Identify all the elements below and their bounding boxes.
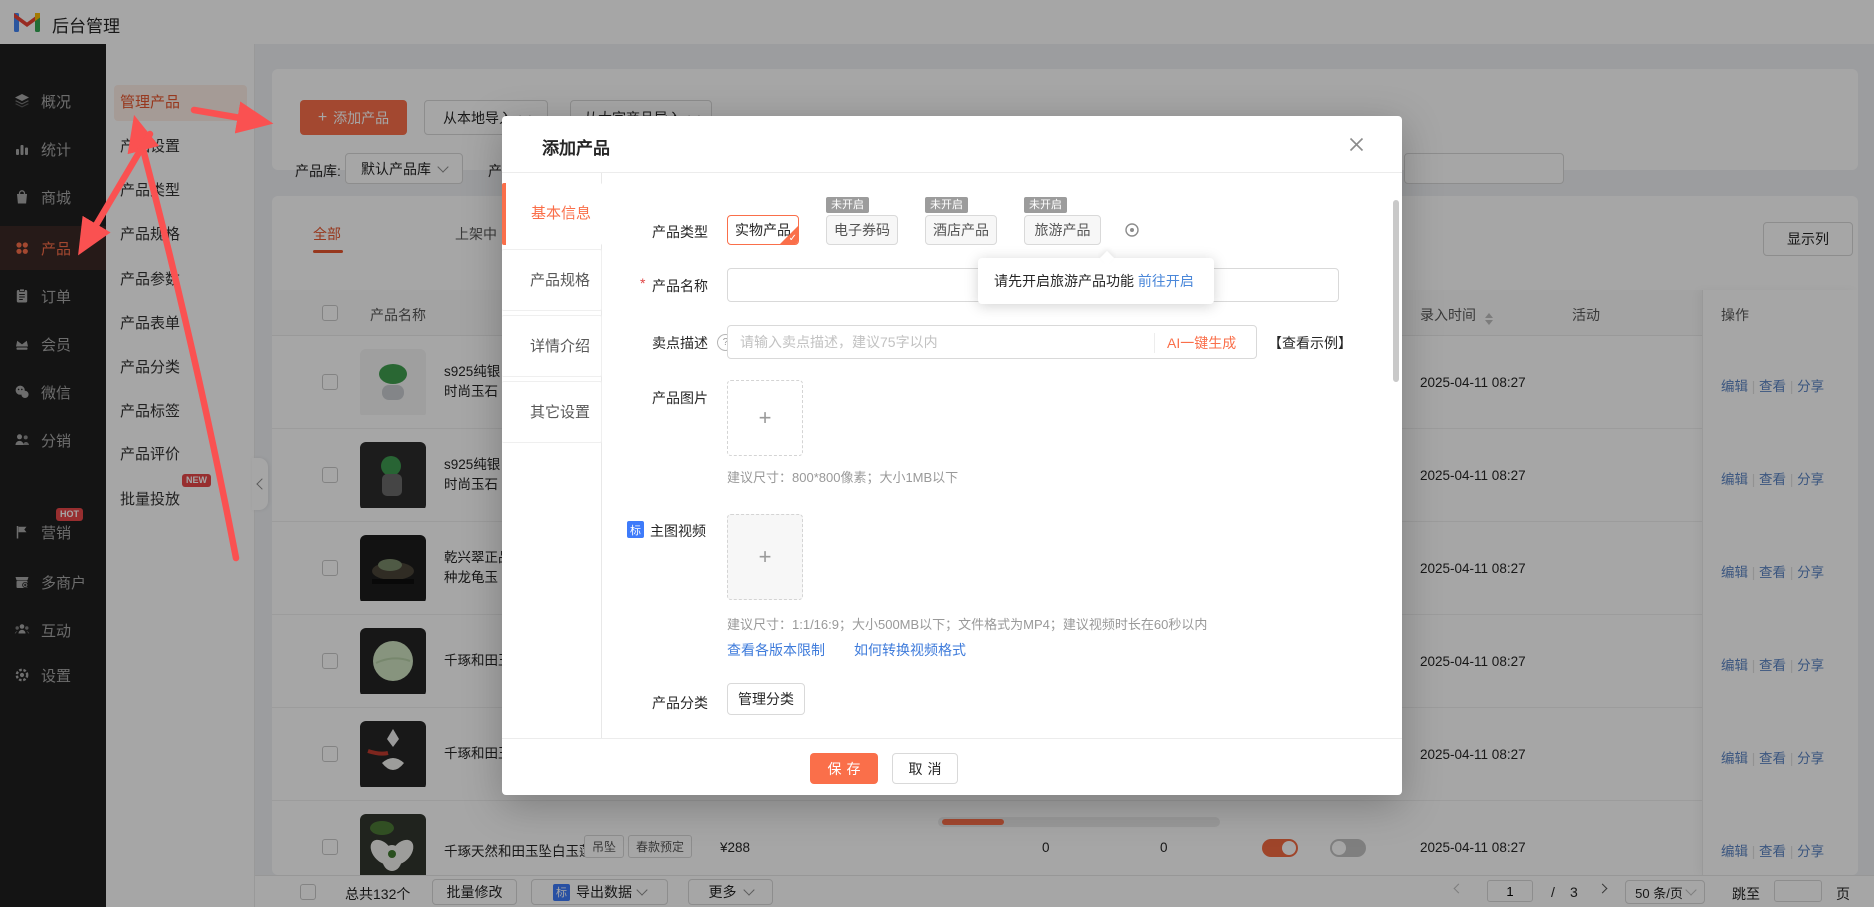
tab-product-specs[interactable]: 产品规格 xyxy=(502,249,602,311)
product-name-label: 产品名称 xyxy=(652,276,708,296)
manage-categories-button[interactable]: 管理分类 xyxy=(727,683,805,715)
type-option-evoucher[interactable]: 电子券码 xyxy=(826,215,898,245)
preview-icon[interactable] xyxy=(1124,222,1140,238)
type-option-physical[interactable]: 实物产品 ✓ xyxy=(727,215,799,245)
enable-travel-tooltip: 请先开启旅游产品功能 前往开启 xyxy=(978,258,1214,304)
tooltip-arrow xyxy=(1100,251,1114,265)
add-product-modal: 添加产品 基本信息 产品规格 详情介绍 其它设置 产品类型 实物产品 ✓ 未开启… xyxy=(502,116,1402,795)
not-enabled-badge: 未开启 xyxy=(925,197,968,213)
modal-title: 添加产品 xyxy=(542,134,610,159)
plus-icon: + xyxy=(759,405,772,431)
cancel-button[interactable]: 取消 xyxy=(892,753,958,784)
image-hint: 建议尺寸：800*800像素；大小1MB以下 xyxy=(727,467,958,486)
convert-format-link[interactable]: 如何转换视频格式 xyxy=(854,640,966,660)
view-example-link[interactable]: 【查看示例】 xyxy=(1268,333,1352,353)
close-icon[interactable] xyxy=(1349,137,1364,152)
product-category-label: 产品分类 xyxy=(652,693,708,713)
not-enabled-badge: 未开启 xyxy=(1024,197,1067,213)
type-option-travel[interactable]: 旅游产品 xyxy=(1024,215,1101,245)
modal-footer: 保存 取消 xyxy=(502,738,1402,795)
required-mark: * xyxy=(640,275,645,291)
tab-basic-info[interactable]: 基本信息 xyxy=(502,183,602,245)
tag-icon: 标 xyxy=(627,521,644,538)
video-hint: 建议尺寸：1:1/16:9；大小500MB以下；文件格式为MP4；建议视频时长在… xyxy=(727,614,1207,633)
tab-detail-intro[interactable]: 详情介绍 xyxy=(502,315,602,377)
tab-other-settings[interactable]: 其它设置 xyxy=(502,381,602,443)
modal-scrollbar-thumb[interactable] xyxy=(1393,200,1399,382)
ai-generate-button[interactable]: AI一键生成 xyxy=(1154,333,1236,353)
product-type-label: 产品类型 xyxy=(652,222,708,242)
plus-icon: + xyxy=(759,544,772,570)
main-video-label: 主图视频 xyxy=(650,521,706,541)
admin-app: 后台管理 概况 统计 商城 产品 订单 会员 微信 分销 xyxy=(0,0,1874,907)
modal-tab-column: 基本信息 产品规格 详情介绍 其它设置 xyxy=(502,173,602,738)
go-enable-link[interactable]: 前往开启 xyxy=(1138,271,1194,291)
modal-header: 添加产品 xyxy=(502,116,1402,173)
product-image-label: 产品图片 xyxy=(652,388,708,408)
image-upload-box[interactable]: + xyxy=(727,380,803,456)
video-upload-box[interactable]: + xyxy=(727,514,803,600)
type-option-hotel[interactable]: 酒店产品 xyxy=(925,215,997,245)
save-button[interactable]: 保存 xyxy=(810,753,878,784)
selling-point-label: 卖点描述 xyxy=(652,333,708,353)
version-limits-link[interactable]: 查看各版本限制 xyxy=(727,640,825,660)
not-enabled-badge: 未开启 xyxy=(826,197,869,213)
check-icon: ✓ xyxy=(789,233,797,244)
